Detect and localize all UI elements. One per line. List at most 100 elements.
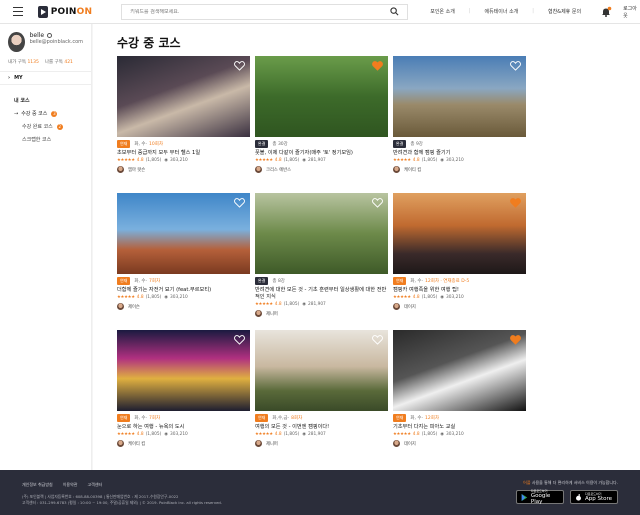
sidebar-item-in-progress[interactable]: → 수강 중 코스 3 <box>14 110 91 117</box>
rating-value: 4.8 <box>412 295 420 300</box>
search-icon[interactable] <box>390 7 399 16</box>
view-count: 281,907 <box>308 158 326 163</box>
nav-link-partnership[interactable]: 협찬&제휴 문의 <box>534 8 595 15</box>
course-title[interactable]: 캠핑카 여행족을 위한 여행 팁! <box>393 287 526 294</box>
course-card[interactable]: 연재 화, 수 · 7회차 눈으로 하는 여행 - 뉴욕의 도시 ★★★★★ 4.8 (1… <box>117 330 250 447</box>
course-title[interactable]: 초보부터 중급까지 모두 부터 헬스 1일 <box>117 150 250 157</box>
instructor[interactable]: 엠마 왓슨 <box>117 166 250 173</box>
course-rating: ★★★★★ 4.8 (1,805) ◉ 303,210 <box>117 295 250 300</box>
view-count: 303,210 <box>446 158 464 163</box>
footer-link-privacy[interactable]: 개인정보 취급방침 <box>22 482 53 488</box>
course-card[interactable]: 연재 화, 수 · 10회차초보부터 중급까지 모두 부터 헬스 1일 ★★★★★ 4… <box>117 56 250 173</box>
instructor[interactable]: 제니퍼 <box>255 310 388 317</box>
instructor[interactable]: 데이지 <box>393 440 526 447</box>
heart-icon[interactable] <box>510 198 521 208</box>
heart-icon[interactable] <box>372 61 383 71</box>
course-rating: ★★★★★ 4.8 (1,805) ◉ 303,210 <box>393 158 526 163</box>
google-play-button[interactable]: 다운로드하기 Google Play <box>516 489 564 505</box>
nav-link-edutainer[interactable]: 에듀테이너 소개 <box>471 8 533 15</box>
company-info-line: 고객센터 : 031-299-6783 (평일 : 10:00 ~ 19:00,… <box>22 500 223 505</box>
instructor[interactable]: 제이슨 <box>117 303 250 310</box>
subscription-counts: 내가 구독 1135 나를 구독 421 <box>0 52 91 71</box>
following-stat[interactable]: 나를 구독 421 <box>45 59 73 65</box>
top-navigation-bar: POINON 포인온 소개 | 에듀테이너 소개 | 협찬&제휴 문의 로그아웃 <box>0 0 640 24</box>
course-thumbnail[interactable] <box>255 56 388 137</box>
course-card[interactable]: 연재 화, 수 · 12회차 기초부터 다지는 피아노 교실 ★★★★★ 4.8 (1,8… <box>393 330 526 447</box>
course-card[interactable]: 완결 총 8강 반려견에 대한 모든 것 - 기초 훈련부터 일상생활에 대한 전반… <box>255 193 388 317</box>
course-thumbnail[interactable] <box>393 193 526 274</box>
sidebar-item-completed[interactable]: 수강 완료 코스 2 <box>14 123 91 130</box>
instructor[interactable]: 제니퍼 <box>255 440 388 447</box>
instructor[interactable]: 크리스 에반스 <box>255 166 388 173</box>
star-rating-icon: ★★★★★ <box>255 432 273 437</box>
course-title[interactable]: 여행의 모든 것 - 이번엔 캠핑이다! <box>255 424 388 431</box>
review-count: (1,805) <box>283 432 300 437</box>
course-title[interactable]: 반려견에 대한 모든 것 - 기초 훈련부터 일상생활에 대한 전반적인 지식 <box>255 287 388 301</box>
instructor-avatar <box>393 440 400 447</box>
instructor[interactable]: 케이티 킴 <box>393 166 526 173</box>
logo-text: POIN <box>50 6 77 17</box>
avatar[interactable] <box>8 32 25 52</box>
star-rating-icon: ★★★★★ <box>393 158 411 163</box>
course-thumbnail[interactable] <box>255 193 388 274</box>
course-card[interactable]: 완결 총 30강 풋볼, 이제 다같이 즐기자(매주 '토' 정기모임) ★★★★★ 4… <box>255 56 388 173</box>
heart-icon[interactable] <box>234 61 245 71</box>
eye-icon: ◉ <box>302 302 307 307</box>
rating-value: 4.8 <box>136 158 144 163</box>
course-title[interactable]: 반려견과 함께 캠핑 즐기기 <box>393 150 526 157</box>
heart-icon[interactable] <box>510 61 521 71</box>
instructor-name: 제니퍼 <box>266 311 278 317</box>
instructor-avatar <box>255 166 262 173</box>
course-title[interactable]: 기초부터 다지는 피아노 교실 <box>393 424 526 431</box>
course-meta: 완결 총 30강 <box>255 140 388 148</box>
view-count: 303,210 <box>170 295 188 300</box>
course-meta: 연재 화, 수 · 10회차 <box>117 140 250 148</box>
course-thumbnail[interactable] <box>393 56 526 137</box>
course-thumbnail[interactable] <box>393 330 526 411</box>
course-card[interactable]: 완결 총 9강 반려견과 함께 캠핑 즐기기 ★★★★★ 4.8 (1,805) ◉ 303,… <box>393 56 526 173</box>
heart-icon[interactable] <box>234 335 245 345</box>
instructor[interactable]: 케이티 킴 <box>117 440 250 447</box>
heart-icon[interactable] <box>510 335 521 345</box>
instructor-name: 제이슨 <box>128 304 140 310</box>
profile-email: belle@poinblack.com <box>29 39 83 45</box>
my-section-toggle[interactable]: › MY <box>0 71 91 85</box>
footer-link-support[interactable]: 고객센터 <box>87 482 102 488</box>
meta-separator: · <box>421 415 423 421</box>
followers-stat[interactable]: 내가 구독 1135 <box>8 59 39 65</box>
footer-link-terms[interactable]: 이용약관 <box>63 482 78 488</box>
google-play-icon <box>521 493 528 501</box>
apple-icon <box>576 493 581 501</box>
search-input[interactable] <box>122 8 383 15</box>
review-count: (1,805) <box>421 432 438 437</box>
star-rating-icon: ★★★★★ <box>393 432 411 437</box>
instructor[interactable]: 데이지 <box>393 303 526 310</box>
heart-icon[interactable] <box>372 198 383 208</box>
course-meta: 연재 화,수,금 · 8회차 <box>255 414 388 422</box>
heart-icon[interactable] <box>372 335 383 345</box>
course-rating: ★★★★★ 4.8 (1,805) ◉ 303,210 <box>117 158 250 163</box>
sidebar-item-scrapped[interactable]: 스크랩한 코스 <box>14 136 91 143</box>
course-card[interactable]: 연재 화,수,금 · 8회차 여행의 모든 것 - 이번엔 캠핑이다! ★★★★★ 4.… <box>255 330 388 447</box>
logo[interactable]: POIN ON <box>37 5 93 18</box>
logout-link[interactable]: 로그아웃 <box>623 5 640 19</box>
bell-icon[interactable] <box>601 6 612 17</box>
course-title[interactable]: 더함께 즐기는 자전거 묘기 (feat.부르모티) <box>117 287 250 294</box>
course-card[interactable]: 연재 화, 수 · 12회차 · 연재종료 D-5 캠핑카 여행족을 위한 여행 팁… <box>393 193 526 310</box>
course-card[interactable]: 연재 화, 수 · 7회차 더함께 즐기는 자전거 묘기 (feat.부르모티) ★★… <box>117 193 250 310</box>
app-store-button[interactable]: 다운로드하기 App Store <box>570 490 618 504</box>
course-title[interactable]: 풋볼, 이제 다같이 즐기자(매주 '토' 정기모임) <box>255 150 388 157</box>
instructor-name: 엠마 왓슨 <box>128 167 146 173</box>
course-thumbnail[interactable] <box>117 56 250 137</box>
heart-icon[interactable] <box>234 198 245 208</box>
course-thumbnail[interactable] <box>117 193 250 274</box>
course-thumbnail[interactable] <box>117 330 250 411</box>
course-title[interactable]: 눈으로 하는 여행 - 뉴욕의 도시 <box>117 424 250 431</box>
course-thumbnail[interactable] <box>255 330 388 411</box>
course-schedule: 총 8강 <box>272 279 285 284</box>
nav-link-about[interactable]: 포인온 소개 <box>416 8 469 15</box>
hamburger-menu-icon[interactable] <box>13 6 28 17</box>
star-rating-icon: ★★★★★ <box>393 295 411 300</box>
gear-icon[interactable] <box>47 33 53 38</box>
chevron-right-icon: › <box>8 75 11 81</box>
